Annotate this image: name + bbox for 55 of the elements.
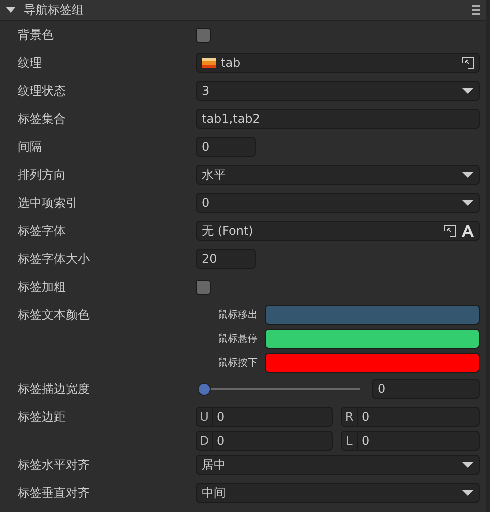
property-label: 标签集合 (18, 111, 67, 128)
checkbox[interactable] (196, 280, 211, 294)
number-field[interactable]: L 0 (341, 431, 480, 451)
caret-icon (462, 172, 474, 178)
color-swatch[interactable] (265, 353, 480, 373)
color-swatch[interactable] (265, 329, 480, 349)
field-prefix: D (197, 432, 213, 450)
property-label: 标签边距 (18, 409, 67, 426)
panel-title: 导航标签组 (24, 2, 85, 18)
caret-icon (462, 490, 474, 496)
dropdown[interactable]: 居中 (196, 455, 480, 475)
menu-icon[interactable] (472, 4, 480, 16)
texture-icon (202, 58, 216, 68)
field-prefix: R (342, 408, 358, 426)
number-field[interactable]: R 0 (341, 407, 480, 427)
dropdown[interactable]: 0 (196, 193, 480, 213)
property-label: 选中项索引 (18, 195, 79, 212)
color-label: 鼠标按下 (217, 356, 259, 370)
property-label: 标签字体大小 (18, 251, 91, 268)
dropdown[interactable]: 中间 (196, 483, 480, 503)
field-prefix: L (342, 432, 358, 450)
number-field[interactable]: 0 (196, 137, 256, 157)
property-label: 背景色 (18, 27, 55, 44)
property-label: 标签文本颜色 (18, 307, 91, 324)
number-field[interactable]: D 0 (196, 431, 333, 451)
dropdown[interactable]: 3 (196, 81, 480, 101)
property-label: 纹理 (18, 55, 43, 72)
number-field[interactable]: 0 (372, 379, 480, 399)
caret-icon (462, 462, 474, 468)
font-icon[interactable] (462, 225, 474, 237)
number-field[interactable]: 20 (196, 249, 256, 269)
text-field[interactable]: tab1,tab2 (196, 109, 480, 129)
slider-thumb[interactable] (198, 382, 211, 396)
color-label: 鼠标移出 (217, 308, 259, 322)
caret-icon (462, 200, 474, 206)
property-label: 纹理状态 (18, 83, 67, 100)
locate-icon[interactable] (444, 225, 456, 237)
property-label: 标签垂直对齐 (18, 485, 91, 502)
collapse-arrow-icon[interactable] (6, 5, 16, 15)
property-label: 标签水平对齐 (18, 457, 91, 474)
property-label: 标签描边宽度 (18, 381, 91, 398)
dropdown[interactable]: 水平 (196, 165, 480, 185)
color-label: 鼠标悬停 (217, 332, 259, 346)
field-prefix: U (197, 408, 213, 426)
number-field[interactable]: U 0 (196, 407, 333, 427)
font-field[interactable]: 无 (Font) (196, 221, 480, 241)
property-label: 排列方向 (18, 167, 67, 184)
checkbox[interactable] (196, 28, 211, 42)
caret-icon (462, 88, 474, 94)
color-swatch[interactable] (265, 305, 480, 325)
property-label: 间隔 (18, 139, 43, 156)
property-label: 标签字体 (18, 223, 67, 240)
asset-field[interactable]: tab (196, 53, 480, 73)
property-label: 标签加粗 (18, 279, 67, 296)
locate-icon[interactable] (462, 57, 474, 69)
